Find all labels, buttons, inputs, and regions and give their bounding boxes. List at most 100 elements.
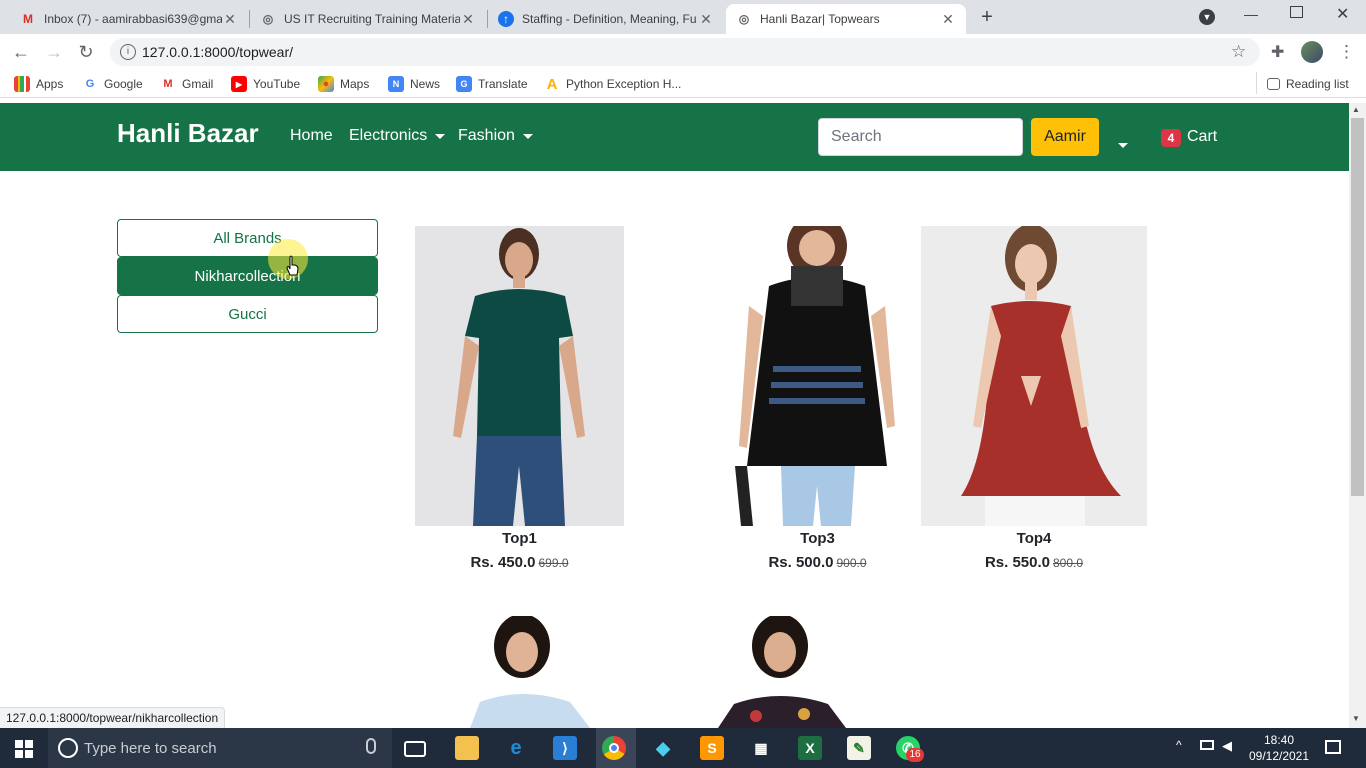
tab-hanli-bazar[interactable]: ◎ Hanli Bazar| Topwears ✕	[726, 4, 966, 34]
product-name[interactable]: Top4	[921, 530, 1147, 547]
bookmark-label: Google	[104, 77, 143, 91]
notepad-icon[interactable]: ✎	[847, 736, 871, 760]
url-text: 127.0.0.1:8000/topwear/	[142, 44, 294, 60]
bookmark-google[interactable]: G Google	[82, 74, 143, 94]
info-icon[interactable]: i	[120, 44, 136, 60]
windows-start-icon[interactable]	[15, 740, 33, 758]
reload-icon[interactable]: ↻	[75, 41, 97, 63]
file-explorer-icon[interactable]	[455, 736, 479, 760]
minimize-icon[interactable]: —	[1244, 6, 1258, 22]
close-icon[interactable]: ✕	[460, 11, 476, 28]
volume-icon[interactable]: ◀	[1222, 738, 1232, 754]
scroll-down-arrow-icon[interactable]: ▼	[1352, 714, 1360, 723]
store-icon[interactable]: ▦	[749, 736, 773, 760]
new-tab-icon[interactable]: +	[976, 6, 998, 28]
tab-recruiting[interactable]: ◎ US IT Recruiting Training Materia ✕	[250, 4, 486, 34]
product-photo	[718, 616, 846, 728]
profile-avatar[interactable]	[1301, 41, 1323, 63]
bookmark-star-icon[interactable]: ☆	[1231, 42, 1246, 62]
product-image[interactable]	[460, 616, 590, 728]
product-image[interactable]	[921, 226, 1147, 526]
site-brand[interactable]: Hanli Bazar	[117, 118, 259, 149]
back-arrow-icon[interactable]: ←	[10, 41, 32, 63]
bookmark-youtube[interactable]: ▶ YouTube	[231, 74, 300, 94]
product-image[interactable]	[415, 226, 624, 526]
nav-fashion[interactable]: Fashion	[458, 127, 533, 145]
filter-nikharcollection[interactable]: Nikharcollection	[117, 257, 378, 295]
close-icon[interactable]: ✕	[698, 11, 714, 28]
bookmark-label: Translate	[478, 77, 528, 91]
nav-electronics[interactable]: Electronics	[349, 127, 446, 145]
tab-title: Hanli Bazar| Topwears	[760, 12, 880, 26]
tray-chevron-up-icon[interactable]: ^	[1176, 738, 1182, 752]
product-price: Rs. 450.0 699.0	[415, 554, 624, 571]
bookmark-apps[interactable]: Apps	[14, 74, 63, 94]
scrollbar-thumb[interactable]	[1351, 118, 1364, 496]
filter-label: Gucci	[228, 305, 267, 323]
news-icon: N	[388, 76, 404, 92]
bookmark-a-icon: A	[546, 75, 558, 93]
taskbar-search[interactable]: Type here to search	[48, 728, 392, 768]
tab-gmail[interactable]: M Inbox (7) - aamirabbasi639@gma ✕	[10, 4, 248, 34]
nav-fashion-label: Fashion	[458, 127, 515, 144]
user-button[interactable]: Aamir	[1031, 118, 1099, 156]
close-icon[interactable]: ✕	[222, 11, 238, 28]
filter-all-brands[interactable]: All Brands	[117, 219, 378, 257]
restore-icon[interactable]	[1290, 6, 1303, 18]
task-view-icon[interactable]	[404, 741, 426, 757]
reading-list-icon	[1267, 78, 1280, 90]
taskbar-search-placeholder: Type here to search	[84, 739, 217, 757]
battery-icon[interactable]	[1200, 740, 1214, 750]
chrome-icon[interactable]	[602, 736, 626, 760]
hand-cursor-icon	[286, 255, 299, 276]
search-input[interactable]	[818, 118, 1023, 156]
excel-icon[interactable]: X	[798, 736, 822, 760]
nav-home-label: Home	[290, 127, 333, 144]
user-name: Aamir	[1044, 128, 1086, 145]
close-window-icon[interactable]: ✕	[1336, 4, 1349, 24]
filter-label: All Brands	[213, 229, 282, 247]
product-name[interactable]: Top1	[415, 530, 624, 547]
top4-photo	[961, 226, 1121, 526]
clock-time: 18:40	[1263, 733, 1295, 747]
bookmark-label: News	[410, 77, 441, 91]
bookmark-label: Gmail	[182, 77, 214, 91]
nav-home[interactable]: Home	[290, 127, 333, 145]
current-price: Rs. 550.0	[984, 554, 1050, 571]
clock-date: 09/12/2021	[1248, 749, 1310, 763]
bookmark-maps[interactable]: ● Maps	[318, 74, 369, 94]
microphone-icon[interactable]	[366, 738, 376, 754]
caret-down-icon	[435, 133, 446, 139]
bookmark-gmail[interactable]: M Gmail	[160, 74, 213, 94]
extensions-puzzle-icon[interactable]: ✚	[1271, 42, 1284, 62]
user-dropdown-toggle[interactable]	[1118, 135, 1128, 153]
search-icon	[58, 738, 78, 758]
forward-arrow-icon[interactable]: →	[43, 41, 65, 63]
apps-grid-icon	[14, 76, 30, 92]
reading-list[interactable]: Reading list	[1267, 74, 1349, 94]
taskbar-clock[interactable]: 18:40 09/12/2021	[1244, 732, 1314, 764]
sublime-icon[interactable]: S	[700, 736, 724, 760]
bookmark-translate[interactable]: G Translate	[456, 74, 528, 94]
caret-down-icon	[1118, 143, 1128, 148]
scroll-up-arrow-icon[interactable]: ▲	[1352, 105, 1360, 114]
bookmark-python[interactable]: A Python Exception H...	[544, 74, 682, 94]
bookmark-label: YouTube	[253, 77, 301, 91]
bookmark-news[interactable]: N News	[388, 74, 440, 94]
tab-title: US IT Recruiting Training Materia	[284, 12, 460, 26]
vscode-icon[interactable]: ⟩	[553, 736, 577, 760]
maps-icon: ●	[318, 76, 334, 92]
address-bar[interactable]: i 127.0.0.1:8000/topwear/	[110, 38, 1260, 66]
git-icon[interactable]: ◆	[651, 736, 675, 760]
filter-gucci[interactable]: Gucci	[117, 295, 378, 333]
edge-icon[interactable]: e	[504, 736, 528, 760]
cart-count-badge: 4	[1161, 129, 1181, 147]
notification-icon[interactable]	[1325, 740, 1341, 754]
tab-search-icon[interactable]: ▼	[1199, 9, 1215, 25]
cart-link[interactable]: Cart	[1187, 128, 1217, 146]
close-icon[interactable]: ✕	[940, 11, 956, 28]
gmail-icon: M	[163, 78, 173, 90]
menu-dots-icon[interactable]: ⋮	[1338, 42, 1355, 62]
product-image[interactable]	[710, 616, 850, 728]
tab-staffing[interactable]: ↑ Staffing - Definition, Meaning, Fu ✕	[488, 4, 724, 34]
